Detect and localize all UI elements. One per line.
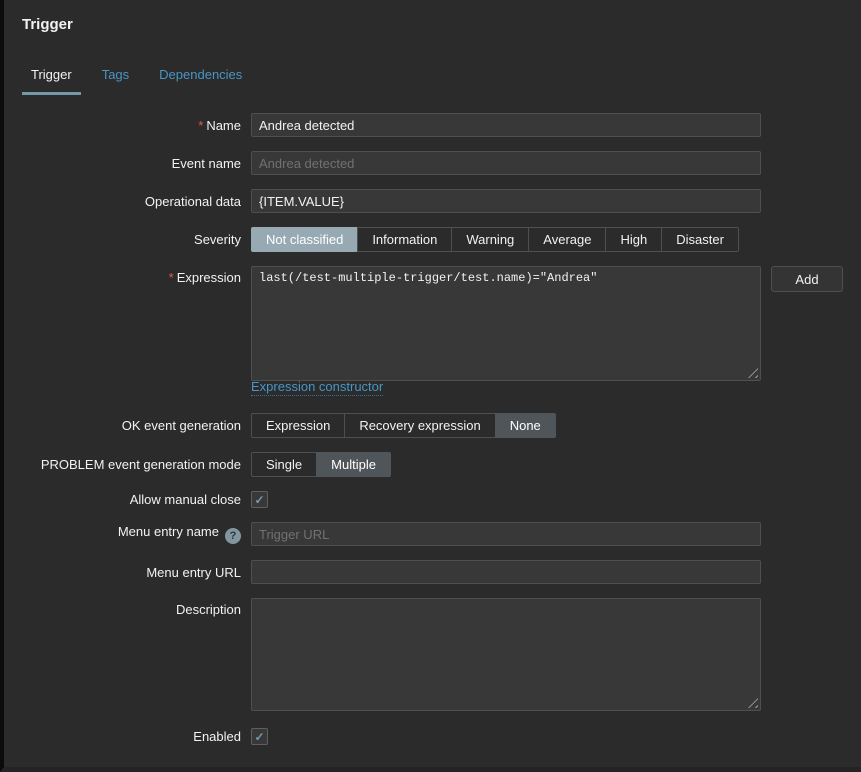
form-row-allow-manual-close: Allow manual close ✓ (22, 491, 843, 508)
tab-bar: Trigger Tags Dependencies (22, 67, 843, 95)
form-row-menu-entry-url: Menu entry URL (22, 560, 843, 584)
event-name-input[interactable] (251, 151, 761, 175)
name-label: * Name (198, 117, 241, 133)
allow-manual-close-checkbox[interactable]: ✓ (251, 491, 268, 508)
ok-event-option-recovery-expression[interactable]: Recovery expression (344, 413, 496, 438)
form-row-severity: Severity Not classified Information Warn… (22, 227, 843, 252)
problem-mode-segmented-control: Single Multiple (251, 452, 391, 477)
description-textarea[interactable] (251, 598, 761, 711)
form-row-name: * Name (22, 113, 843, 137)
menu-entry-name-input[interactable] (251, 522, 761, 546)
operational-data-label: Operational data (144, 193, 241, 209)
severity-option-warning[interactable]: Warning (451, 227, 530, 252)
description-textarea-wrap (251, 598, 761, 711)
form-row-problem-event-generation-mode: PROBLEM event generation mode Single Mul… (22, 452, 843, 477)
severity-option-average[interactable]: Average (528, 227, 607, 252)
checkmark-icon: ✓ (254, 492, 265, 507)
description-label: Description (175, 602, 241, 617)
severity-segmented-control: Not classified Information Warning Avera… (251, 227, 739, 252)
page-title: Trigger (22, 16, 73, 33)
required-asterisk: * (168, 270, 174, 285)
severity-label: Severity (194, 232, 241, 247)
form-row-enabled: Enabled ✓ (22, 728, 843, 745)
name-input[interactable] (251, 113, 761, 137)
trigger-dialog: Trigger Trigger Tags Dependencies * Name … (4, 0, 861, 745)
tab-trigger[interactable]: Trigger (22, 67, 81, 95)
severity-option-disaster[interactable]: Disaster (661, 227, 739, 252)
menu-entry-url-input[interactable] (251, 560, 761, 584)
event-name-label: Event name (171, 155, 241, 171)
problem-mode-option-multiple[interactable]: Multiple (316, 452, 391, 477)
form-row-menu-entry-name: Menu entry name? (22, 522, 843, 546)
severity-option-not-classified[interactable]: Not classified (251, 227, 359, 252)
problem-mode-option-single[interactable]: Single (251, 452, 318, 477)
menu-entry-url-label: Menu entry URL (146, 564, 241, 580)
severity-option-high[interactable]: High (605, 227, 663, 252)
problem-event-generation-mode-label: PROBLEM event generation mode (40, 457, 241, 472)
severity-option-information[interactable]: Information (357, 227, 453, 252)
ok-event-generation-segmented-control: Expression Recovery expression None (251, 413, 556, 438)
operational-data-input[interactable] (251, 189, 761, 213)
enabled-label: Enabled (193, 729, 241, 744)
add-expression-button[interactable]: Add (771, 266, 843, 292)
expression-textarea[interactable]: last(/test-multiple-trigger/test.name)="… (251, 266, 761, 381)
trigger-form: *Name Event name Operational data Severi… (22, 113, 843, 745)
menu-entry-name-label: Menu entry name? (22, 524, 241, 544)
checkmark-icon: ✓ (254, 729, 265, 744)
ok-event-generation-label: OK event generation (121, 418, 241, 433)
form-row-ok-event-generation: OK event generation Expression Recovery … (22, 413, 843, 438)
ok-event-option-none[interactable]: None (494, 413, 556, 438)
form-row-description: Description (22, 598, 843, 711)
required-asterisk: * (198, 117, 204, 133)
expression-label: * Expression (168, 270, 241, 285)
expression-constructor-link[interactable]: Expression constructor (251, 379, 384, 396)
form-row-expression: * Expression last(/test-multiple-trigger/… (22, 266, 843, 381)
form-row-expression-constructor: Expression constructor (22, 379, 843, 396)
tab-tags[interactable]: Tags (93, 67, 138, 95)
form-row-operational-data: Operational data (22, 189, 843, 213)
help-icon[interactable]: ? (225, 528, 241, 544)
form-row-event-name: Event name (22, 151, 843, 175)
tab-dependencies[interactable]: Dependencies (150, 67, 251, 95)
ok-event-option-expression[interactable]: Expression (251, 413, 346, 438)
allow-manual-close-label: Allow manual close (129, 492, 241, 507)
enabled-checkbox[interactable]: ✓ (251, 728, 268, 745)
expression-textarea-wrap: last(/test-multiple-trigger/test.name)="… (251, 266, 761, 381)
